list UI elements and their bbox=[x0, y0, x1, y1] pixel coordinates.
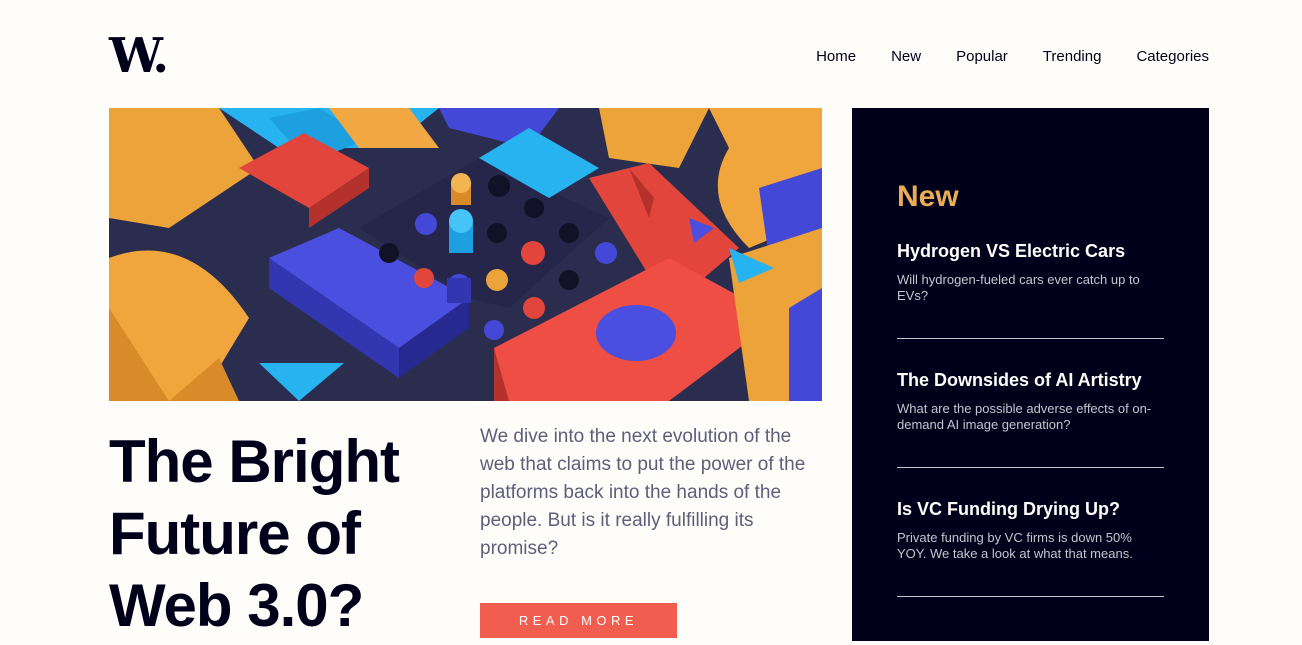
nav-link-new[interactable]: New bbox=[891, 47, 921, 67]
site-logo[interactable]: W. bbox=[109, 32, 169, 80]
news-item: Is VC Funding Drying Up? Private funding… bbox=[897, 498, 1164, 597]
news-item-text: Will hydrogen-fueled cars ever catch up … bbox=[897, 272, 1140, 303]
nav-link-categories[interactable]: Categories bbox=[1136, 47, 1209, 67]
hero-illustration bbox=[109, 108, 822, 401]
nav-link-trending[interactable]: Trending bbox=[1043, 47, 1102, 67]
hero-image bbox=[109, 108, 822, 401]
hero-title: The Bright Future of Web 3.0? bbox=[109, 428, 400, 639]
nav-link-popular[interactable]: Popular bbox=[956, 47, 1008, 67]
news-item-title[interactable]: Is VC Funding Drying Up? bbox=[897, 498, 1164, 520]
nav-link-home[interactable]: Home bbox=[816, 47, 856, 67]
sidebar-heading: New bbox=[897, 180, 959, 213]
news-item-title[interactable]: The Downsides of AI Artistry bbox=[897, 369, 1164, 391]
main-nav: Home New Popular Trending Categories bbox=[816, 47, 1209, 67]
hero-description: We dive into the next evolution of the w… bbox=[480, 426, 806, 559]
news-item-title[interactable]: Hydrogen VS Electric Cars bbox=[897, 240, 1164, 262]
news-item-text: Private funding by VC firms is down 50% … bbox=[897, 530, 1133, 561]
news-item-text: What are the possible adverse effects of… bbox=[897, 401, 1152, 432]
read-more-button[interactable]: READ MORE bbox=[480, 603, 677, 638]
news-item: Hydrogen VS Electric Cars Will hydrogen-… bbox=[897, 240, 1164, 339]
new-articles-sidebar: New Hydrogen VS Electric Cars Will hydro… bbox=[852, 108, 1209, 641]
news-item: The Downsides of AI Artistry What are th… bbox=[897, 369, 1164, 468]
